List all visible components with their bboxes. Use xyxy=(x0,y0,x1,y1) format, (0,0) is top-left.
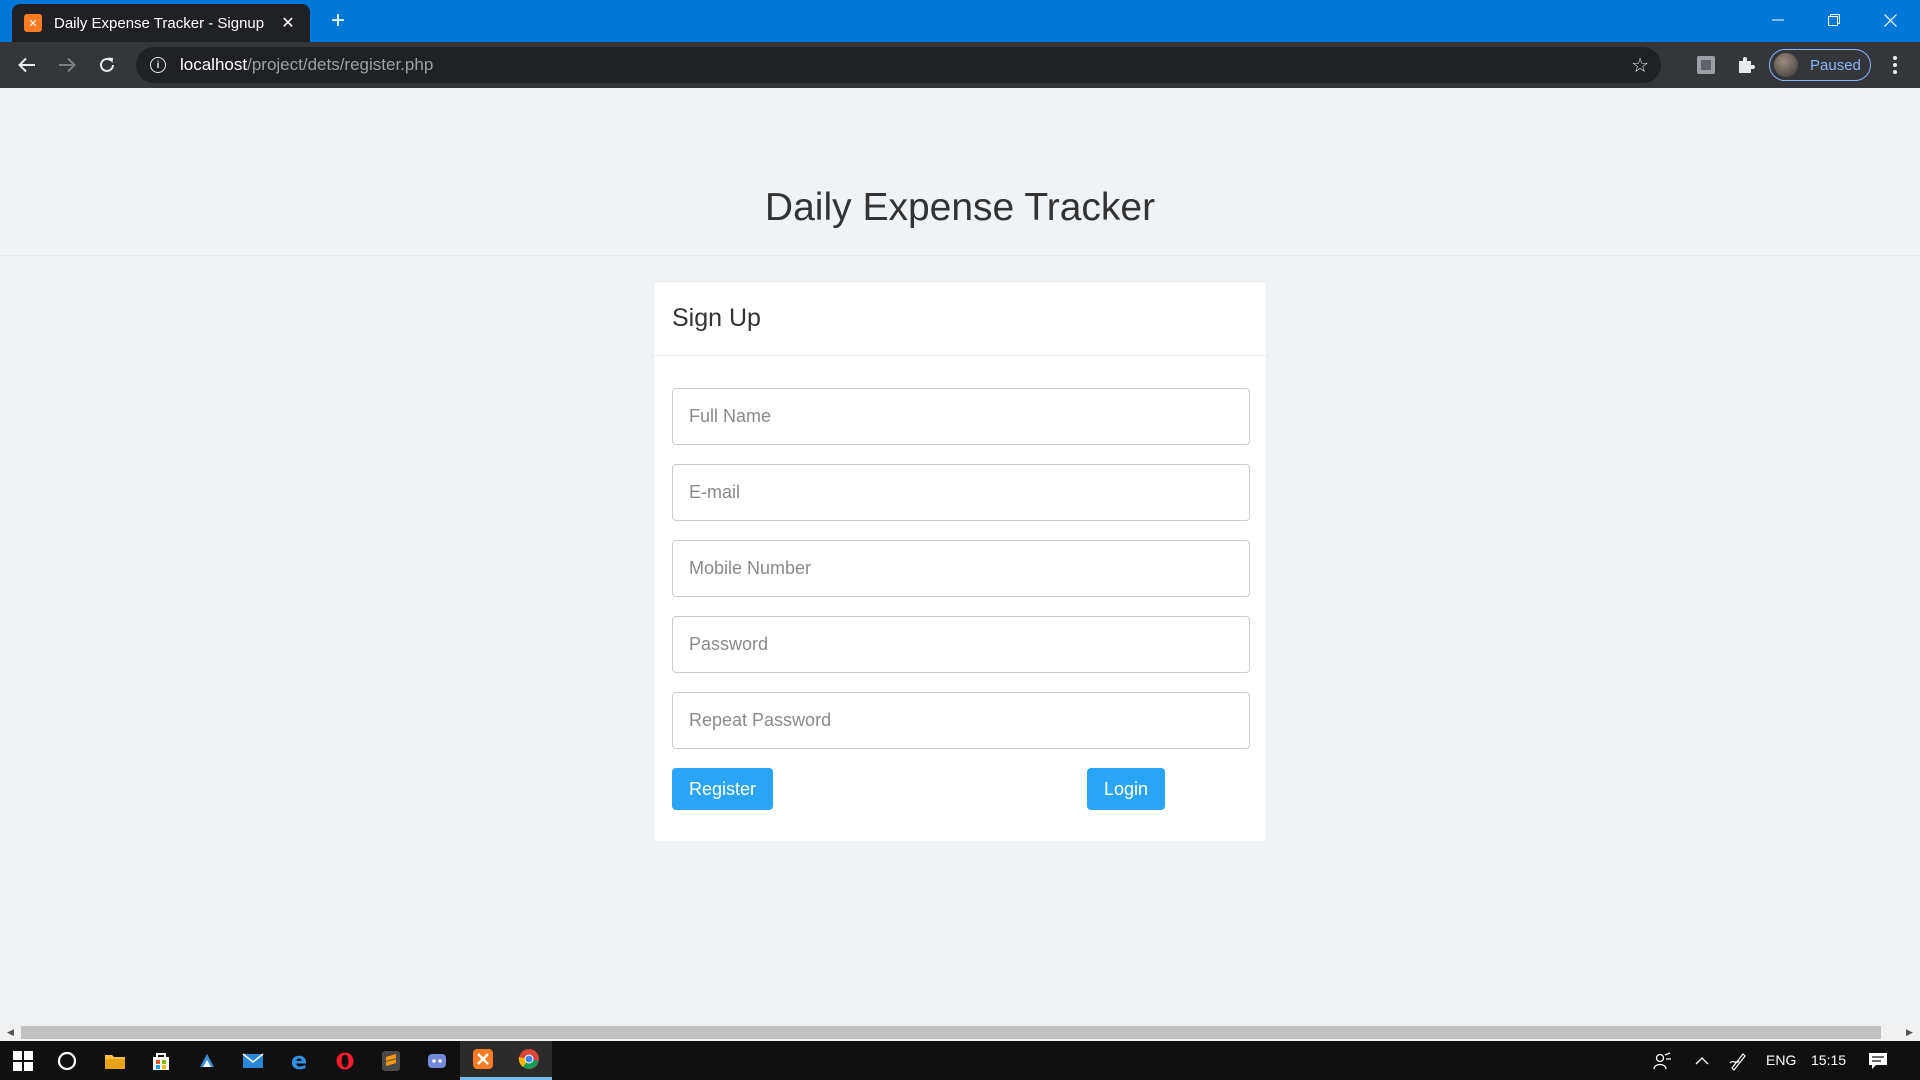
card-title: Sign Up xyxy=(654,282,1266,356)
windows-start-icon[interactable] xyxy=(0,1041,46,1080)
discord-icon[interactable] xyxy=(414,1041,460,1080)
edge-browser-icon[interactable]: e xyxy=(276,1041,322,1080)
bookmark-star-icon[interactable]: ☆ xyxy=(1631,53,1649,78)
people-icon[interactable] xyxy=(1642,1041,1682,1080)
minimize-icon[interactable] xyxy=(1750,0,1806,40)
forward-icon[interactable] xyxy=(52,50,82,80)
page-header xyxy=(0,88,1920,256)
input-language[interactable]: ENG xyxy=(1766,1052,1796,1068)
form-actions: Register Login xyxy=(672,768,1248,810)
site-info-icon[interactable]: i xyxy=(150,57,166,73)
browser-title-bar: ✕ Daily Expense Tracker - Signup ✕ + xyxy=(0,0,1920,42)
scroll-right-icon[interactable]: ▶ xyxy=(1901,1024,1918,1041)
action-center-icon[interactable] xyxy=(1856,1041,1900,1080)
full-name-input[interactable] xyxy=(672,388,1250,445)
scrollbar-thumb[interactable] xyxy=(21,1026,1881,1039)
sublime-text-icon[interactable] xyxy=(368,1041,414,1080)
email-input[interactable] xyxy=(672,464,1250,521)
repeat-password-input[interactable] xyxy=(672,692,1250,749)
profile-status: Paused xyxy=(1810,56,1861,74)
horizontal-scrollbar[interactable]: ◀ ▶ xyxy=(0,1024,1920,1041)
restore-icon[interactable] xyxy=(1806,0,1862,40)
show-hidden-icons-icon[interactable] xyxy=(1682,1041,1722,1080)
extension-page-icon[interactable] xyxy=(1693,52,1719,78)
avatar xyxy=(1774,53,1798,77)
address-bar[interactable]: i localhost/project/dets/register.php ☆ xyxy=(136,47,1661,83)
page-content: Daily Expense Tracker Sign Up Register L… xyxy=(0,88,1920,1024)
signup-card: Sign Up Register Login xyxy=(653,281,1267,843)
browser-tab[interactable]: ✕ Daily Expense Tracker - Signup ✕ xyxy=(12,4,310,42)
browser-toolbar: i localhost/project/dets/register.php ☆ … xyxy=(0,42,1920,88)
xampp-icon[interactable] xyxy=(460,1041,506,1080)
xampp-favicon-icon: ✕ xyxy=(24,14,42,32)
back-icon[interactable] xyxy=(12,50,42,80)
mail-icon[interactable] xyxy=(230,1041,276,1080)
chrome-icon[interactable] xyxy=(506,1041,552,1080)
register-button[interactable]: Register xyxy=(672,768,774,810)
pen-workspace-icon[interactable] xyxy=(1718,1041,1758,1080)
signup-form: Register Login xyxy=(654,356,1266,810)
windows-taskbar: e ENG 15:15 xyxy=(0,1041,1920,1080)
profile-button[interactable]: Paused xyxy=(1769,49,1871,81)
close-window-icon[interactable] xyxy=(1862,0,1918,40)
reload-icon[interactable] xyxy=(92,50,122,80)
password-input[interactable] xyxy=(672,616,1250,673)
browser-menu-icon[interactable] xyxy=(1885,52,1905,78)
login-button[interactable]: Login xyxy=(1087,768,1166,810)
new-tab-icon[interactable]: + xyxy=(325,8,351,34)
store-icon[interactable] xyxy=(138,1041,184,1080)
tab-title: Daily Expense Tracker - Signup xyxy=(54,14,265,32)
close-tab-icon[interactable]: ✕ xyxy=(278,13,298,33)
url-path: /project/dets/register.php xyxy=(247,55,434,74)
extensions-puzzle-icon[interactable] xyxy=(1733,52,1759,78)
site-title: Daily Expense Tracker xyxy=(764,186,1156,229)
app-shortcut-icon[interactable] xyxy=(184,1041,230,1080)
clock-time[interactable]: 15:15 xyxy=(1811,1052,1846,1068)
cortana-search-icon[interactable] xyxy=(44,1041,90,1080)
scroll-left-icon[interactable]: ◀ xyxy=(2,1024,19,1041)
mobile-number-input[interactable] xyxy=(672,540,1250,597)
opera-browser-icon[interactable] xyxy=(322,1041,368,1080)
file-explorer-icon[interactable] xyxy=(92,1041,138,1080)
url-host: localhost xyxy=(180,55,248,74)
